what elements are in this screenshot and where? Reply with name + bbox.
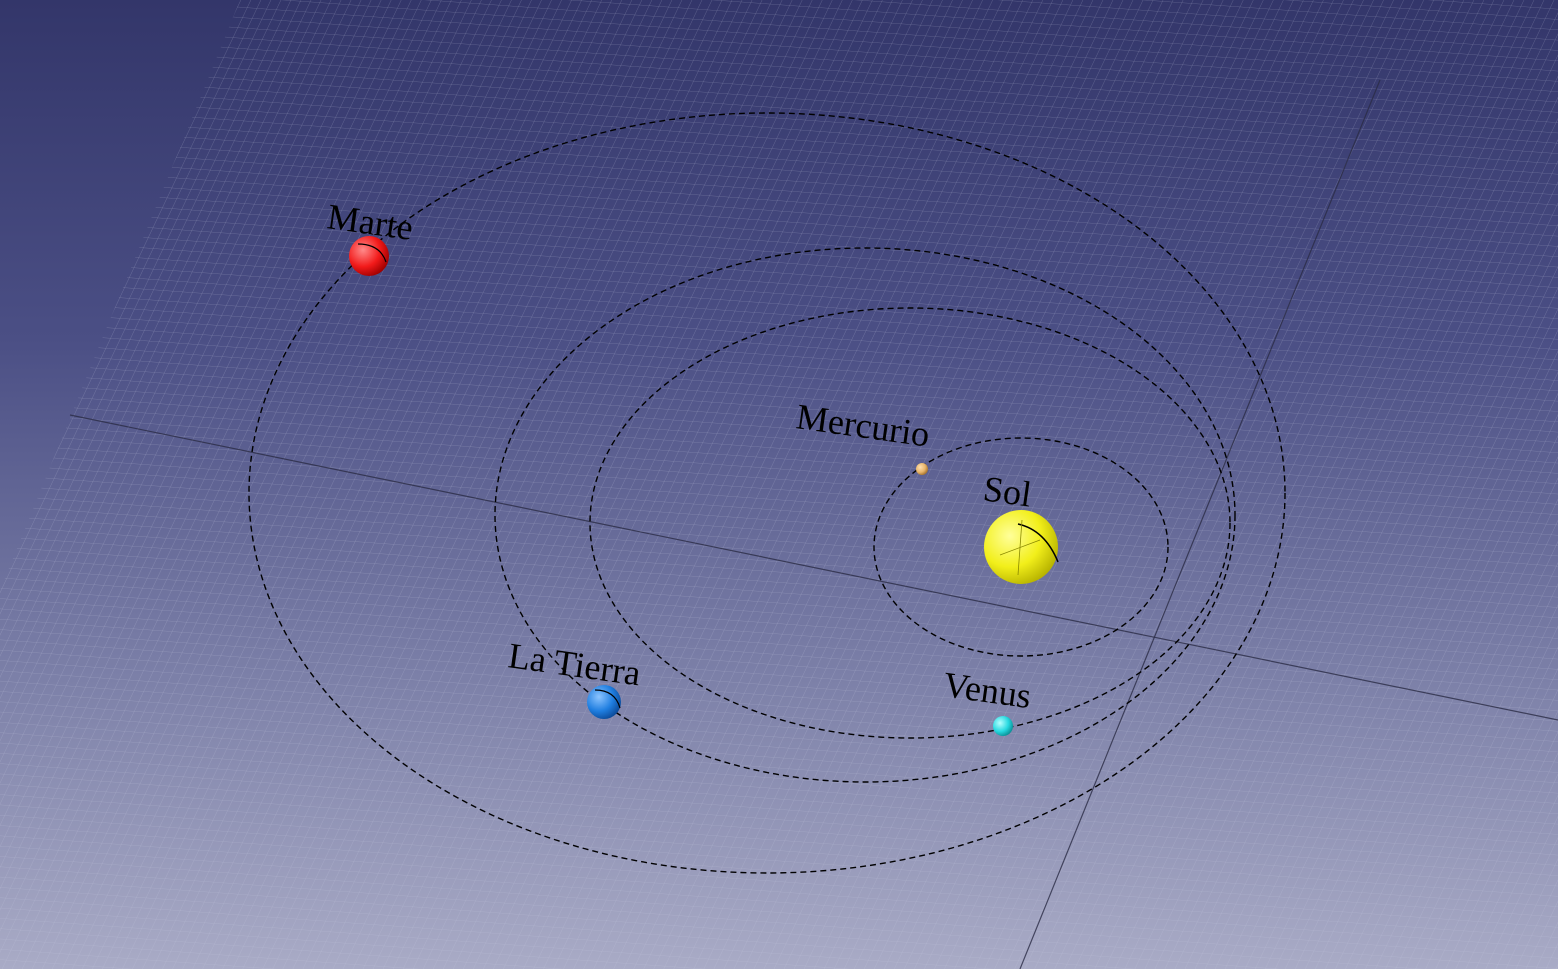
mercury-sphere[interactable] xyxy=(916,463,928,475)
sun-body[interactable] xyxy=(984,510,1059,584)
grid-plane xyxy=(0,0,1558,969)
3d-viewport[interactable]: Sol Mercurio Venus La Tierra Marte xyxy=(0,0,1558,969)
venus-sphere[interactable] xyxy=(993,716,1013,736)
label-sol: Sol xyxy=(981,468,1034,514)
